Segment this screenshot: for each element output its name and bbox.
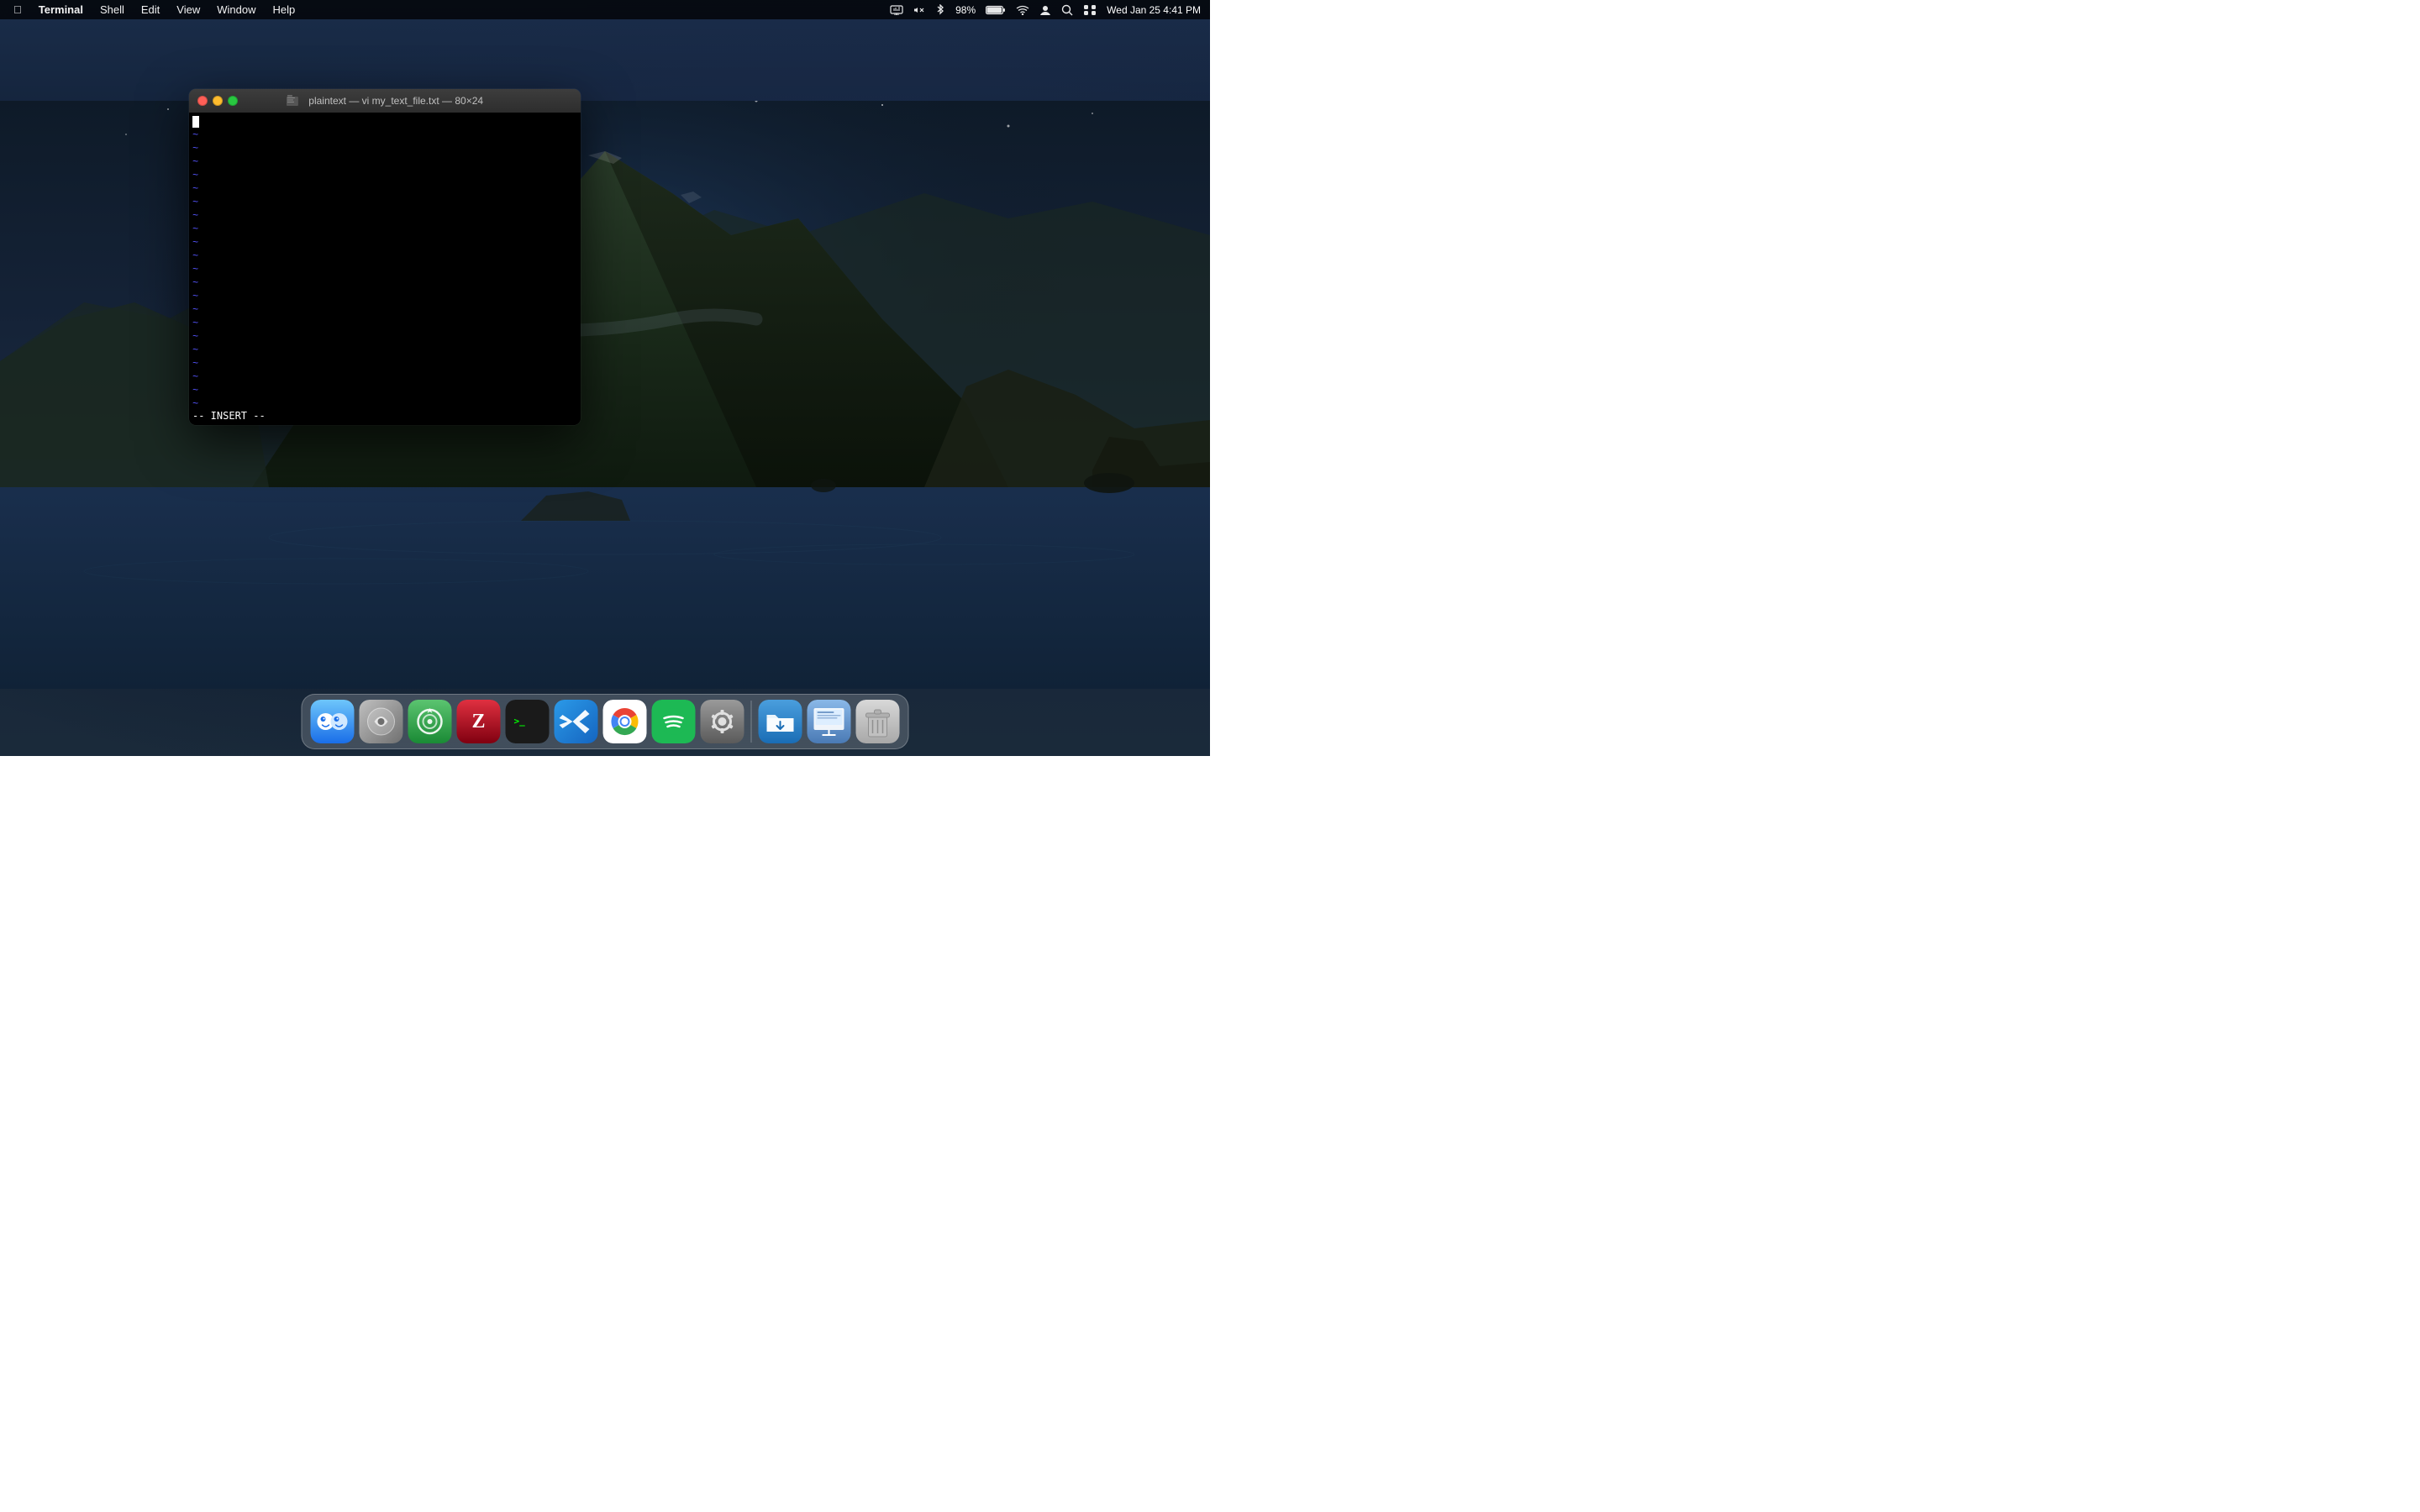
bluetooth-icon (933, 4, 948, 16)
dock-finder[interactable] (311, 700, 355, 743)
desktop-background (0, 101, 1210, 689)
vi-tilde: ~ (192, 317, 577, 330)
apple-menu[interactable]:  (7, 0, 29, 19)
vi-insert-mode-indicator: -- INSERT -- (192, 410, 266, 422)
dock-quicksilver[interactable] (360, 700, 403, 743)
terminal-window: plaintext — vi my_text_file.txt — 80×24 … (189, 89, 581, 425)
vi-tilde: ~ (192, 169, 577, 182)
vi-tilde-lines: ~~~~~~~~~~~~~~~~~~~~~ (192, 129, 577, 411)
dock-separator (751, 701, 752, 743)
terminal-titlebar: plaintext — vi my_text_file.txt — 80×24 (189, 89, 581, 113)
dock: Z >_ (302, 694, 909, 749)
terminal-title-text: plaintext — vi my_text_file.txt — 80×24 (287, 95, 483, 108)
svg-text:>_: >_ (514, 716, 526, 727)
dock-zotero[interactable]: Z (457, 700, 501, 743)
dock-spotify[interactable] (652, 700, 696, 743)
menu-shell[interactable]: Shell (93, 0, 131, 19)
vi-tilde: ~ (192, 196, 577, 209)
vi-tilde: ~ (192, 397, 577, 411)
vi-cursor (192, 116, 199, 128)
vi-tilde: ~ (192, 303, 577, 317)
vi-tilde: ~ (192, 330, 577, 344)
user-icon (1037, 4, 1054, 16)
window-maximize-button[interactable] (228, 96, 238, 106)
desktop (0, 0, 1210, 756)
vi-tilde: ~ (192, 223, 577, 236)
vi-tilde: ~ (192, 357, 577, 370)
vi-tilde: ~ (192, 209, 577, 223)
dock-proxyman[interactable] (408, 700, 452, 743)
apple-logo:  (13, 3, 22, 16)
dock-presentation[interactable] (808, 700, 851, 743)
dock-vscode[interactable] (555, 700, 598, 743)
dock-trash[interactable] (856, 700, 900, 743)
search-icon[interactable] (1059, 4, 1076, 16)
menubar:  Terminal Shell Edit View Window Help (0, 0, 1210, 19)
vi-tilde: ~ (192, 263, 577, 276)
vi-tilde: ~ (192, 384, 577, 397)
vi-tilde: ~ (192, 129, 577, 142)
menu-help[interactable]: Help (266, 0, 302, 19)
menu-edit[interactable]: Edit (134, 0, 166, 19)
dock-terminal[interactable]: >_ (506, 700, 550, 743)
menu-view[interactable]: View (170, 0, 207, 19)
battery-icon (983, 5, 1008, 15)
svg-text:Z: Z (471, 711, 485, 732)
terminal-body[interactable]: ~~~~~~~~~~~~~~~~~~~~~ -- INSERT -- (189, 113, 581, 425)
vi-tilde: ~ (192, 370, 577, 384)
dock-system-preferences[interactable] (701, 700, 744, 743)
battery-percent: 98% (953, 4, 978, 16)
vi-tilde: ~ (192, 182, 577, 196)
audio-mute-icon (911, 4, 928, 16)
vi-tilde: ~ (192, 344, 577, 357)
vi-tilde: ~ (192, 155, 577, 169)
screentime-icon (887, 5, 906, 15)
controlcenter-icon[interactable] (1081, 4, 1099, 16)
dock-chrome[interactable] (603, 700, 647, 743)
window-close-button[interactable] (197, 96, 208, 106)
menubar-left:  Terminal Shell Edit View Window Help (7, 0, 887, 19)
menubar-right: 98% (887, 4, 1203, 16)
window-minimize-button[interactable] (213, 96, 223, 106)
datetime[interactable]: Wed Jan 25 4:41 PM (1104, 4, 1203, 16)
vi-tilde: ~ (192, 236, 577, 249)
menu-terminal[interactable]: Terminal (32, 0, 90, 19)
menu-window[interactable]: Window (210, 0, 262, 19)
dock-yoink[interactable] (759, 700, 802, 743)
vi-tilde: ~ (192, 276, 577, 290)
wifi-icon (1013, 5, 1032, 15)
vi-tilde: ~ (192, 142, 577, 155)
vi-tilde: ~ (192, 290, 577, 303)
vi-tilde: ~ (192, 249, 577, 263)
